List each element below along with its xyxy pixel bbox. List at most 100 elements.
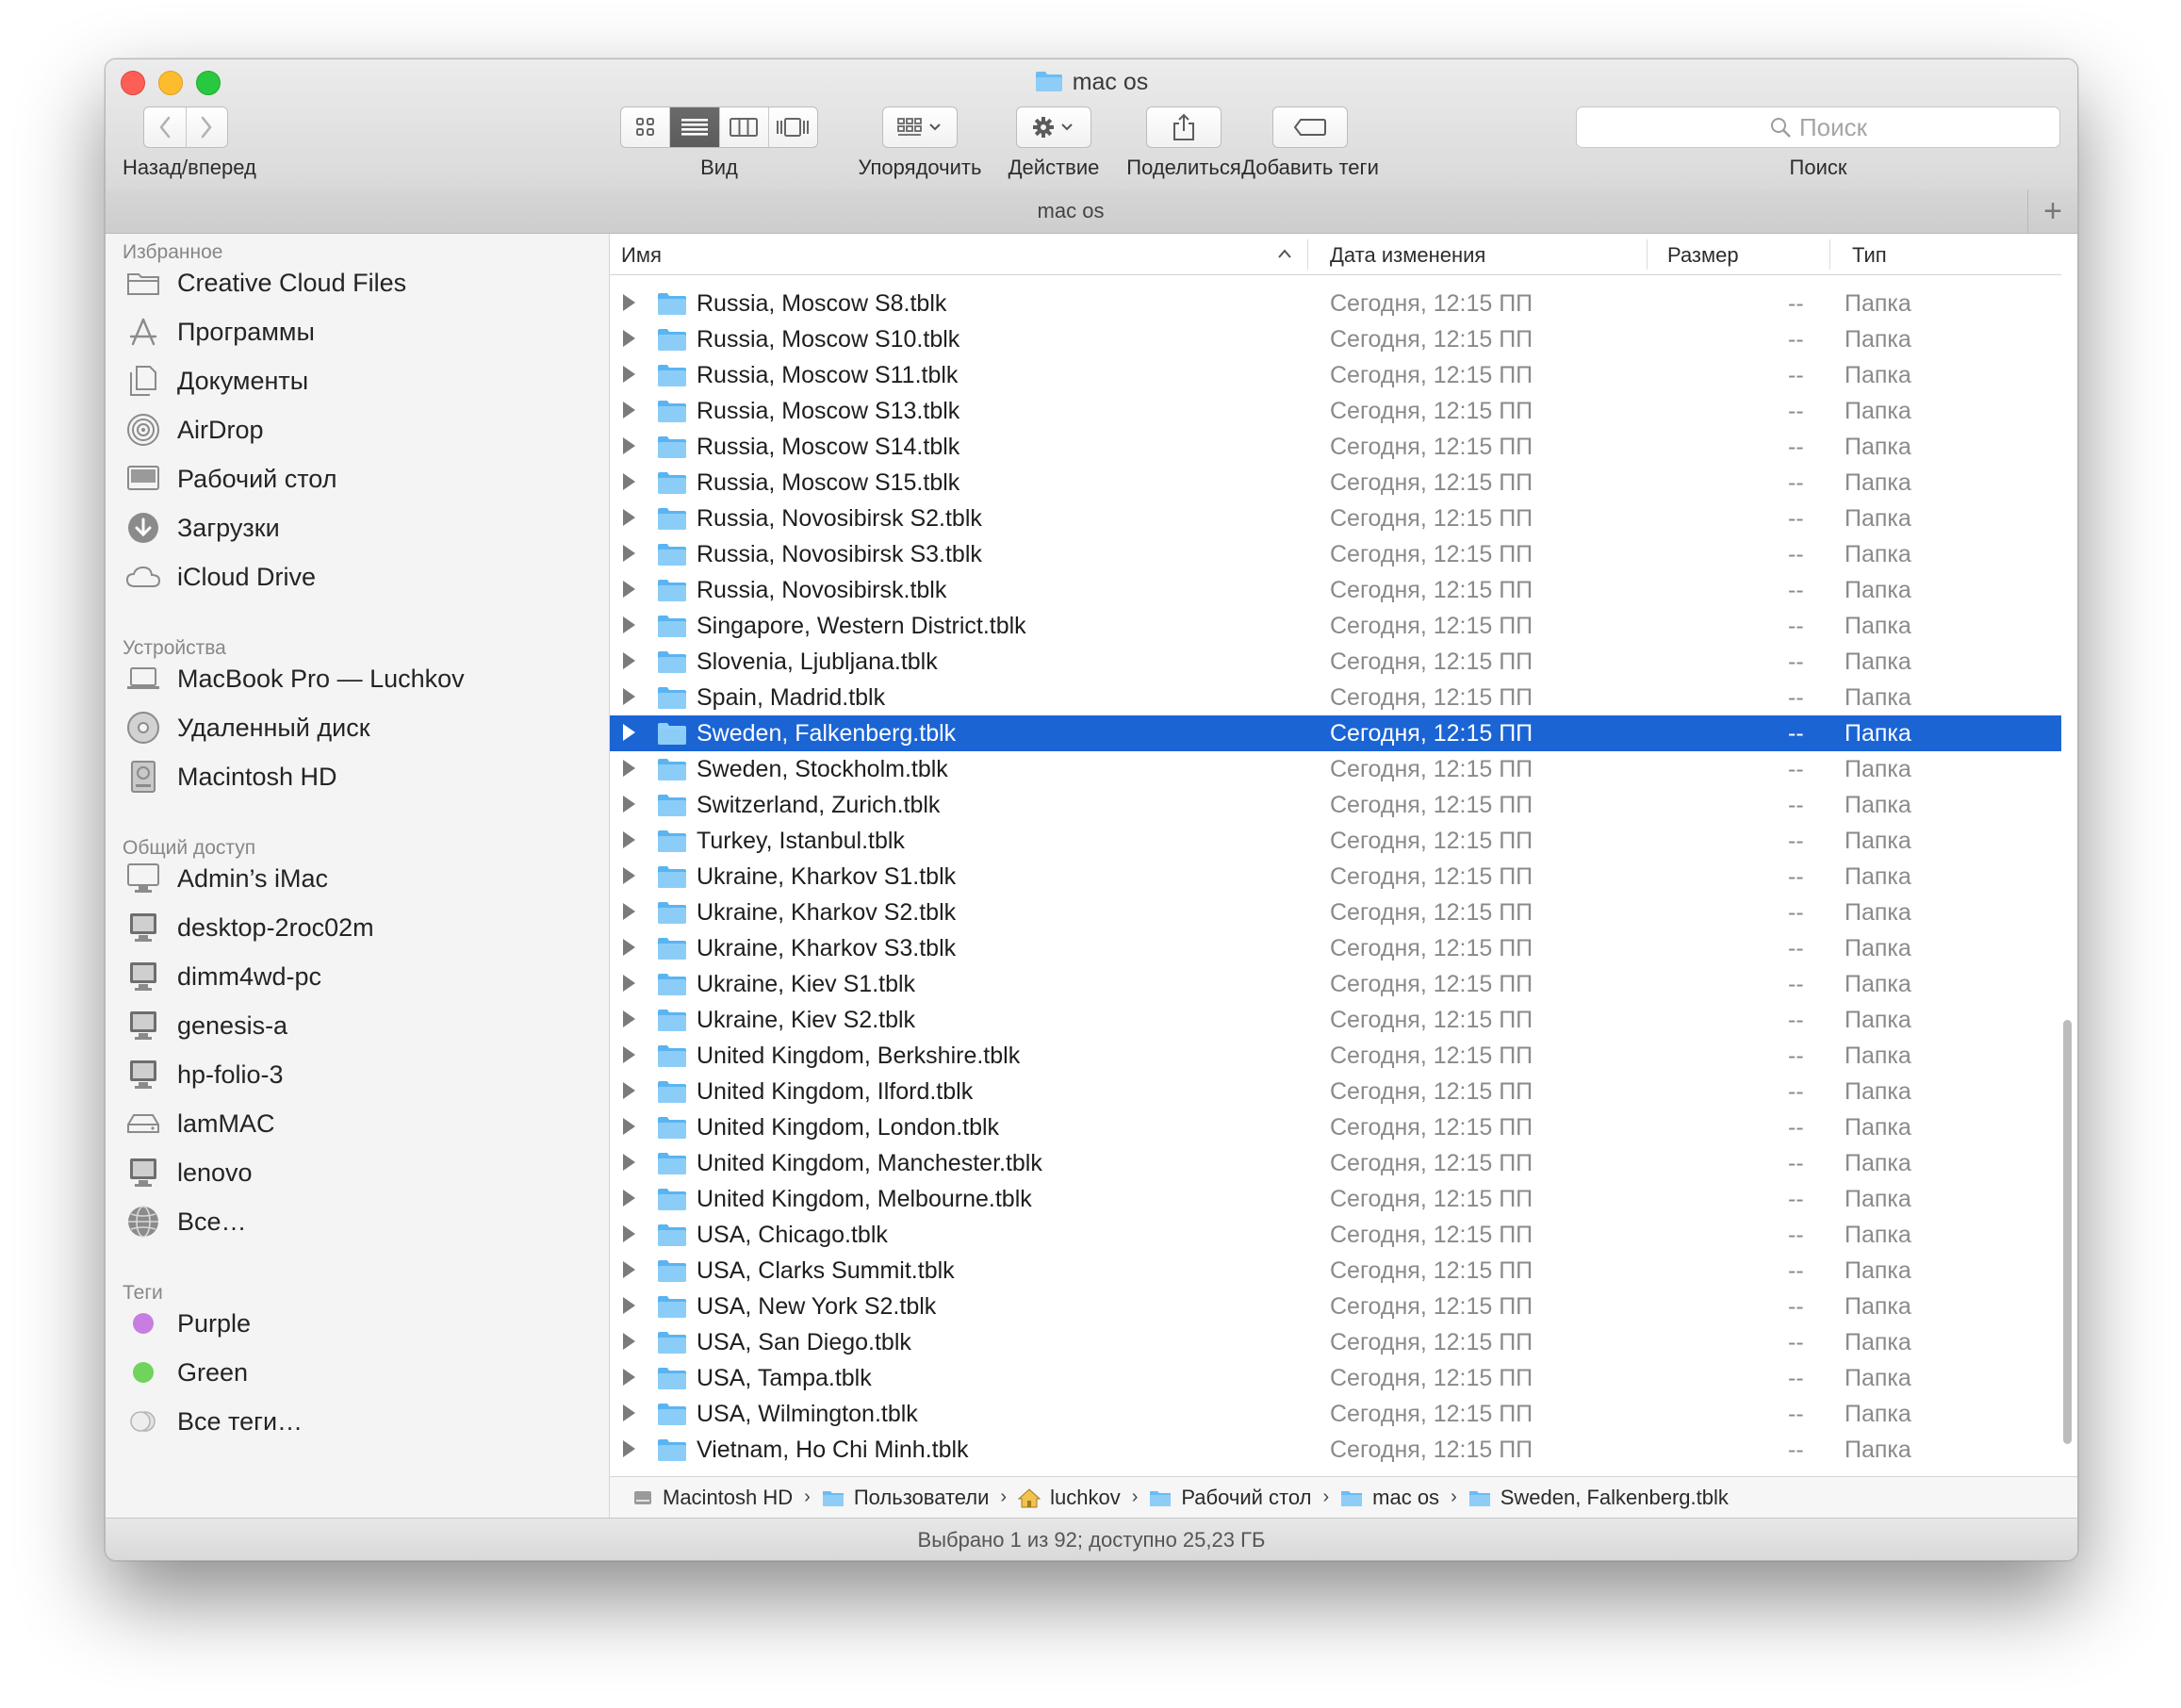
sidebar-item-lammac[interactable]: lamMAC xyxy=(123,1103,594,1144)
disclosure-triangle-icon[interactable] xyxy=(623,688,635,705)
table-row[interactable]: Slovenia, Ljubljana.tblk Сегодня, 12:15 П… xyxy=(610,644,2061,680)
disclosure-triangle-icon[interactable] xyxy=(623,1369,635,1386)
sidebar-item-applications[interactable]: Программы xyxy=(123,311,594,353)
sidebar-item-macintosh-hd[interactable]: Macintosh HD xyxy=(123,756,594,797)
table-row[interactable]: Russia, Moscow S14.tblk Сегодня, 12:15 ПП… xyxy=(610,429,2061,465)
disclosure-triangle-icon[interactable] xyxy=(623,616,635,633)
table-row[interactable]: United Kingdom, Ilford.tblk Сегодня, 12:1… xyxy=(610,1074,2061,1109)
sidebar-tag-green[interactable]: Green xyxy=(123,1352,594,1393)
disclosure-triangle-icon[interactable] xyxy=(623,1154,635,1171)
disclosure-triangle-icon[interactable] xyxy=(623,1225,635,1242)
sidebar-tag-purple[interactable]: Purple xyxy=(123,1303,594,1344)
disclosure-triangle-icon[interactable] xyxy=(623,652,635,669)
table-row[interactable]: Singapore, Western District.tblk Сегодня,… xyxy=(610,608,2061,644)
table-row[interactable]: United Kingdom, Berkshire.tblk Сегодня, 1… xyxy=(610,1038,2061,1074)
disclosure-triangle-icon[interactable] xyxy=(623,581,635,598)
forward-button[interactable] xyxy=(187,107,228,147)
table-row[interactable]: Ukraine, Kharkov S3.tblk Сегодня, 12:15 П… xyxy=(610,930,2061,966)
sidebar-item-all-shared[interactable]: Все… xyxy=(123,1201,594,1242)
disclosure-triangle-icon[interactable] xyxy=(623,1333,635,1350)
vertical-scrollbar[interactable] xyxy=(2060,275,2075,1476)
search-input[interactable]: Поиск xyxy=(1576,107,2060,148)
table-row[interactable]: Russia, Moscow S10.tblk Сегодня, 12:15 ПП… xyxy=(610,321,2061,357)
table-row[interactable]: Sweden, Stockholm.tblk Сегодня, 12:15 ПП -… xyxy=(610,751,2061,787)
table-row[interactable]: United Kingdom, Manchester.tblk Сегодня, … xyxy=(610,1145,2061,1181)
path-segment[interactable]: Macintosh HD xyxy=(632,1486,793,1510)
table-row[interactable]: United Kingdom, Melbourne.tblk Сегодня, 1… xyxy=(610,1181,2061,1217)
disclosure-triangle-icon[interactable] xyxy=(623,330,635,347)
disclosure-triangle-icon[interactable] xyxy=(623,1010,635,1027)
table-row[interactable]: Spain, Madrid.tblk Сегодня, 12:15 ПП -- Пап… xyxy=(610,680,2061,715)
sidebar-item-macbook[interactable]: MacBook Pro — Luchkov xyxy=(123,658,594,699)
list-view-button[interactable] xyxy=(670,107,720,147)
disclosure-triangle-icon[interactable] xyxy=(623,402,635,419)
disclosure-triangle-icon[interactable] xyxy=(623,724,635,741)
table-row[interactable]: Ukraine, Kharkov S2.tblk Сегодня, 12:15 П… xyxy=(610,895,2061,930)
table-row[interactable]: United Kingdom, London.tblk Сегодня, 12:1… xyxy=(610,1109,2061,1145)
sidebar-item-lenovo[interactable]: lenovo xyxy=(123,1152,594,1193)
table-row[interactable]: Russia, Moscow S8.tblk Сегодня, 12:15 ПП -… xyxy=(610,286,2061,321)
disclosure-triangle-icon[interactable] xyxy=(623,903,635,920)
sidebar-item-remote-disc[interactable]: Удаленный диск xyxy=(123,707,594,748)
table-row[interactable]: Russia, Novosibirsk.tblk Сегодня, 12:15 П… xyxy=(610,572,2061,608)
table-row[interactable]: USA, San Diego.tblk Сегодня, 12:15 ПП -- Па… xyxy=(610,1324,2061,1360)
sidebar-item-creative-cloud[interactable]: Creative Cloud Files xyxy=(123,262,594,304)
sidebar-item-genesis-a[interactable]: genesis-a xyxy=(123,1005,594,1046)
disclosure-triangle-icon[interactable] xyxy=(623,1046,635,1063)
sidebar-item-dimm4wd-pc[interactable]: dimm4wd-pc xyxy=(123,956,594,997)
path-segment[interactable]: Рабочий стол xyxy=(1149,1486,1311,1510)
column-header-name[interactable]: Имя xyxy=(621,243,662,268)
disclosure-triangle-icon[interactable] xyxy=(623,473,635,490)
path-segment[interactable]: Sweden, Falkenberg.tblk xyxy=(1468,1486,1729,1510)
sidebar-tag-all[interactable]: Все теги… xyxy=(123,1401,594,1442)
table-row[interactable]: Switzerland, Zurich.tblk Сегодня, 12:15 П… xyxy=(610,787,2061,823)
disclosure-triangle-icon[interactable] xyxy=(623,366,635,383)
table-row[interactable]: USA, Chicago.tblk Сегодня, 12:15 ПП -- Папк… xyxy=(610,1217,2061,1253)
table-row[interactable]: USA, Clarks Summit.tblk Сегодня, 12:15 ПП… xyxy=(610,1253,2061,1289)
share-button[interactable] xyxy=(1146,107,1222,148)
disclosure-triangle-icon[interactable] xyxy=(623,545,635,562)
disclosure-triangle-icon[interactable] xyxy=(623,1404,635,1421)
table-row[interactable]: Russia, Moscow S15.tblk Сегодня, 12:15 ПП… xyxy=(610,465,2061,501)
column-header-date[interactable]: Дата изменения xyxy=(1330,243,1485,268)
table-row[interactable]: USA, New York S2.tblk Сегодня, 12:15 ПП --… xyxy=(610,1289,2061,1324)
sidebar-item-desktop-2roc02m[interactable]: desktop-2roc02m xyxy=(123,907,594,948)
new-tab-button[interactable]: + xyxy=(2027,189,2077,233)
arrange-button[interactable] xyxy=(882,107,958,148)
table-row[interactable]: Ukraine, Kiev S2.tblk Сегодня, 12:15 ПП --… xyxy=(610,1002,2061,1038)
disclosure-triangle-icon[interactable] xyxy=(623,867,635,884)
table-row[interactable]: USA, Tampa.tblk Сегодня, 12:15 ПП -- Папка xyxy=(610,1360,2061,1396)
sidebar-item-hp-folio-3[interactable]: hp-folio-3 xyxy=(123,1054,594,1095)
disclosure-triangle-icon[interactable] xyxy=(623,1190,635,1207)
path-segment[interactable]: luchkov xyxy=(1018,1486,1121,1510)
table-row[interactable]: Vietnam, Ho Chi Minh.tblk Сегодня, 12:15 … xyxy=(610,1432,2061,1468)
path-segment[interactable]: Пользователи xyxy=(822,1486,989,1510)
back-button[interactable] xyxy=(144,107,187,147)
disclosure-triangle-icon[interactable] xyxy=(623,509,635,526)
disclosure-triangle-icon[interactable] xyxy=(623,939,635,956)
table-row[interactable]: Russia, Moscow S13.tblk Сегодня, 12:15 ПП… xyxy=(610,393,2061,429)
disclosure-triangle-icon[interactable] xyxy=(623,1440,635,1457)
column-view-button[interactable] xyxy=(720,107,769,147)
table-row[interactable]: Ukraine, Kharkov S1.tblk Сегодня, 12:15 П… xyxy=(610,859,2061,895)
disclosure-triangle-icon[interactable] xyxy=(623,796,635,813)
table-row[interactable]: Turkey, Istanbul.tblk Сегодня, 12:15 ПП --… xyxy=(610,823,2061,859)
sidebar-item-airdrop[interactable]: AirDrop xyxy=(123,409,594,451)
disclosure-triangle-icon[interactable] xyxy=(623,1118,635,1135)
table-row[interactable]: Sweden, Falkenberg.tblk Сегодня, 12:15 ПП… xyxy=(610,715,2061,751)
disclosure-triangle-icon[interactable] xyxy=(623,437,635,454)
table-row[interactable]: Russia, Moscow S11.tblk Сегодня, 12:15 ПП… xyxy=(610,357,2061,393)
action-button[interactable] xyxy=(1016,107,1091,148)
scrollbar-thumb[interactable] xyxy=(2063,1020,2072,1444)
path-segment[interactable]: mac os xyxy=(1340,1486,1439,1510)
disclosure-triangle-icon[interactable] xyxy=(623,1082,635,1099)
table-row[interactable]: Russia, Novosibirsk S3.tblk Сегодня, 12:1… xyxy=(610,536,2061,572)
sidebar-item-icloud-drive[interactable]: iCloud Drive xyxy=(123,556,594,598)
table-row[interactable]: Ukraine, Kiev S1.tblk Сегодня, 12:15 ПП --… xyxy=(610,966,2061,1002)
disclosure-triangle-icon[interactable] xyxy=(623,1261,635,1278)
disclosure-triangle-icon[interactable] xyxy=(623,1297,635,1314)
sidebar-item-desktop[interactable]: Рабочий стол xyxy=(123,458,594,500)
disclosure-triangle-icon[interactable] xyxy=(623,760,635,777)
column-header-size[interactable]: Размер xyxy=(1667,243,1739,268)
add-tags-button[interactable] xyxy=(1272,107,1348,148)
